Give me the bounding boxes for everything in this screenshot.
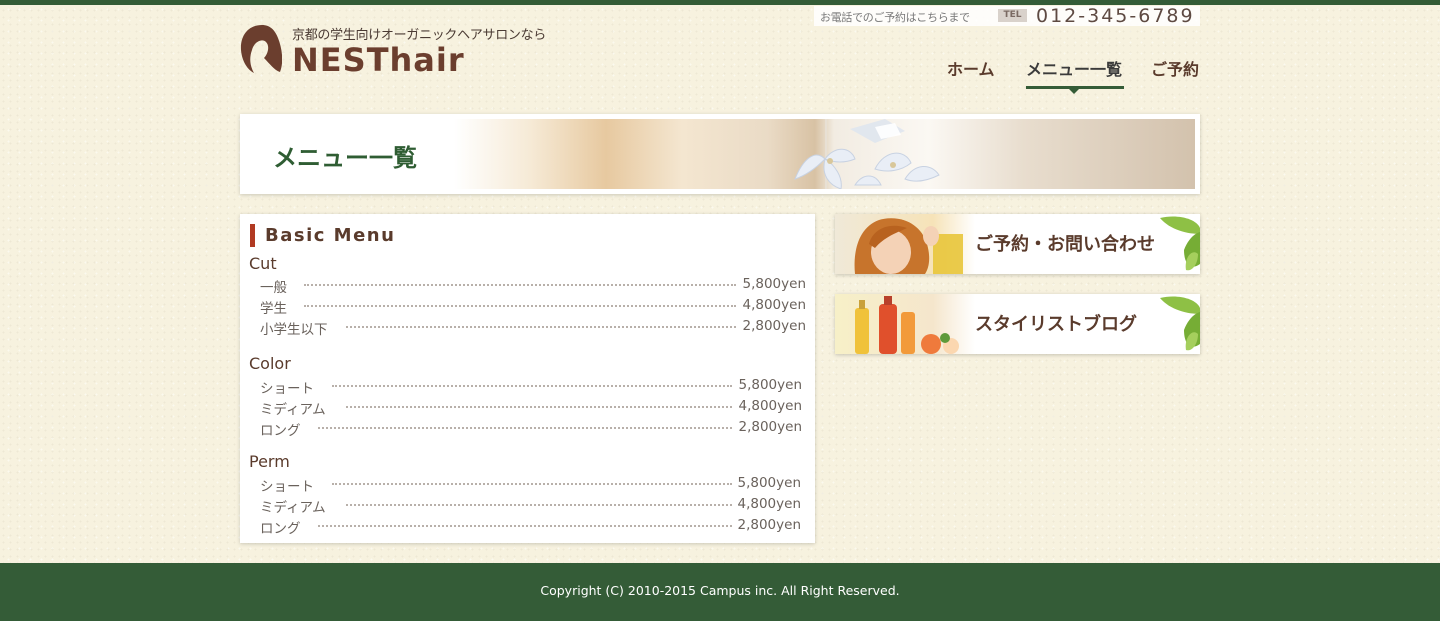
nav-item-menu[interactable]: メニュー一覧: [1026, 56, 1122, 80]
page-title: メニュー一覧: [273, 144, 417, 172]
menu-item-price: 4,800yen: [738, 398, 803, 414]
menu-item-row: 小学生以下 2,800yen: [260, 318, 806, 338]
category-title-cut: Cut: [249, 254, 277, 273]
leaf-decoration-icon: [1160, 296, 1200, 351]
phone-number[interactable]: 012-345-6789: [1036, 5, 1195, 27]
banner-image: メニュー一覧: [245, 119, 1195, 189]
dot-leader: [346, 402, 732, 408]
menu-item-name: ロング: [260, 521, 301, 537]
menu-item-price: 2,800yen: [738, 419, 803, 435]
menu-item-name: ミディアム: [260, 402, 326, 418]
woman-silhouette-icon: [240, 25, 282, 73]
menu-item-row: ミディアム 4,800yen: [260, 398, 802, 418]
menu-item-price: 4,800yen: [737, 496, 802, 512]
phone-note: お電話でのご予約はこちらまで: [820, 11, 970, 24]
menu-item-price: 4,800yen: [742, 297, 807, 313]
menu-item-price: 2,800yen: [737, 517, 802, 533]
section-heading: Basic Menu: [250, 224, 395, 247]
menu-item-name: 一般: [260, 280, 287, 296]
menu-item-name: 小学生以下: [260, 322, 328, 338]
dot-leader: [304, 280, 736, 286]
top-accent-bar: [0, 0, 1440, 5]
product-bottles-icon: [835, 294, 975, 354]
page-banner: メニュー一覧: [240, 114, 1200, 194]
dot-leader: [332, 479, 732, 485]
brand-name: NESThair: [292, 41, 465, 79]
leaf-decoration-icon: [1160, 216, 1200, 271]
copyright-text: Copyright (C) 2010-2015 Campus inc. All …: [540, 583, 900, 598]
menu-item-row: 学生 4,800yen: [260, 297, 806, 317]
blog-label: スタイリストブログ: [975, 314, 1137, 335]
menu-item-name: ミディアム: [260, 500, 326, 516]
flower-decoration-icon: [794, 119, 940, 189]
blog-banner-button[interactable]: スタイリストブログ: [835, 294, 1200, 354]
price-menu-card: Basic Menu Cut 一般 5,800yen 学生 4,800yen 小…: [240, 214, 815, 543]
menu-item-row: ミディアム 4,800yen: [260, 496, 801, 516]
site-footer: Copyright (C) 2010-2015 Campus inc. All …: [0, 563, 1440, 621]
menu-item-name: ショート: [260, 479, 314, 495]
category-title-perm: Perm: [249, 452, 290, 471]
menu-item-price: 5,800yen: [738, 377, 803, 393]
menu-item-row: ロング 2,800yen: [260, 517, 801, 537]
menu-item-price: 5,800yen: [737, 475, 802, 491]
menu-item-row: 一般 5,800yen: [260, 276, 806, 296]
menu-item-row: ショート 5,800yen: [260, 475, 801, 495]
nav-item-home[interactable]: ホーム: [947, 56, 995, 80]
menu-item-row: ショート 5,800yen: [260, 377, 802, 397]
contact-banner-button[interactable]: ご予約・お問い合わせ: [835, 214, 1200, 274]
dot-leader: [332, 381, 732, 387]
dot-leader: [346, 500, 732, 506]
menu-item-name: 学生: [260, 301, 287, 317]
menu-item-row: ロング 2,800yen: [260, 419, 802, 439]
dot-leader: [346, 322, 736, 328]
dot-leader: [318, 521, 732, 527]
menu-item-price: 5,800yen: [742, 276, 807, 292]
contact-label: ご予約・お問い合わせ: [975, 234, 1155, 255]
menu-item-price: 2,800yen: [742, 318, 807, 334]
site-logo[interactable]: 京都の学生向けオーガニックヘアサロンなら NESThair: [240, 24, 546, 80]
tel-badge: TEL: [998, 9, 1027, 22]
menu-item-name: ロング: [260, 423, 301, 439]
phone-contact: お電話でのご予約はこちらまで TEL 012-345-6789: [814, 5, 1200, 27]
menu-item-name: ショート: [260, 381, 314, 397]
dot-leader: [318, 423, 732, 429]
dot-leader: [304, 301, 736, 307]
stylist-photo-icon: [835, 214, 975, 274]
nav-item-reserve[interactable]: ご予約: [1151, 56, 1199, 80]
nav-active-caret: [1069, 89, 1079, 94]
category-title-color: Color: [249, 354, 291, 373]
